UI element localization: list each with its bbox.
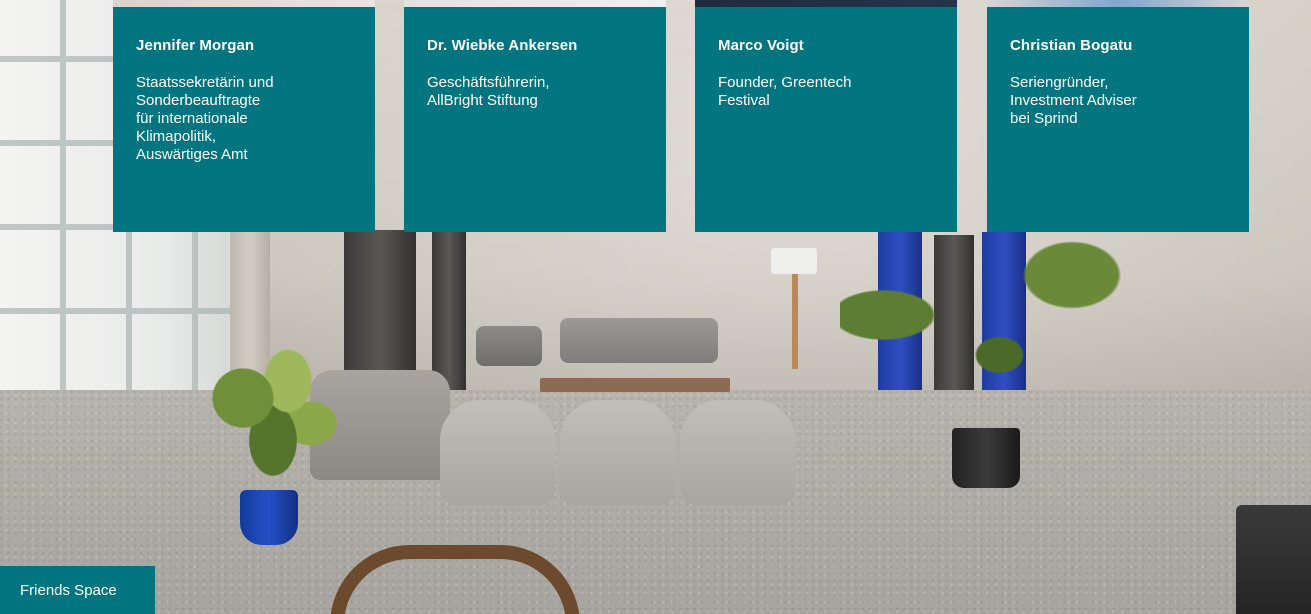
- plant-pot-blue: [240, 490, 298, 545]
- armchair: [476, 326, 542, 366]
- speaker-role: Staatssekretärin und Sonderbeauftragte f…: [136, 74, 274, 163]
- speaker-card: Christian Bogatu Seriengründer, Investme…: [987, 0, 1249, 232]
- plant-right: [840, 235, 1130, 435]
- plant-pot-black: [952, 428, 1020, 488]
- speaker-name: Dr. Wiebke Ankersen: [427, 37, 578, 54]
- speaker-card: Marco Voigt Founder, Greentech Festival: [695, 0, 957, 232]
- speaker-role: Geschäftsführerin, AllBright Stiftung: [427, 74, 550, 109]
- floor-lamp: [771, 248, 817, 274]
- speaker-card: Jennifer Morgan Staatssekretärin und Son…: [113, 0, 375, 232]
- sofa-far: [560, 318, 718, 363]
- rug: [540, 378, 730, 392]
- venue-label: Friends Space: [0, 566, 155, 614]
- speaker-role: Seriengründer, Investment Adviser bei Sp…: [1010, 74, 1137, 127]
- speaker-name: Jennifer Morgan: [136, 37, 255, 54]
- speaker-card: Dr. Wiebke Ankersen Geschäftsführerin, A…: [404, 0, 666, 232]
- speaker-name: Christian Bogatu: [1010, 37, 1133, 54]
- speaker-role: Founder, Greentech Festival: [718, 74, 852, 109]
- sofa-front: [440, 400, 800, 510]
- cabinet: [1236, 505, 1311, 614]
- speaker-name: Marco Voigt: [718, 37, 804, 54]
- floor-lamp-stand: [780, 274, 810, 369]
- plant-left: [198, 330, 348, 500]
